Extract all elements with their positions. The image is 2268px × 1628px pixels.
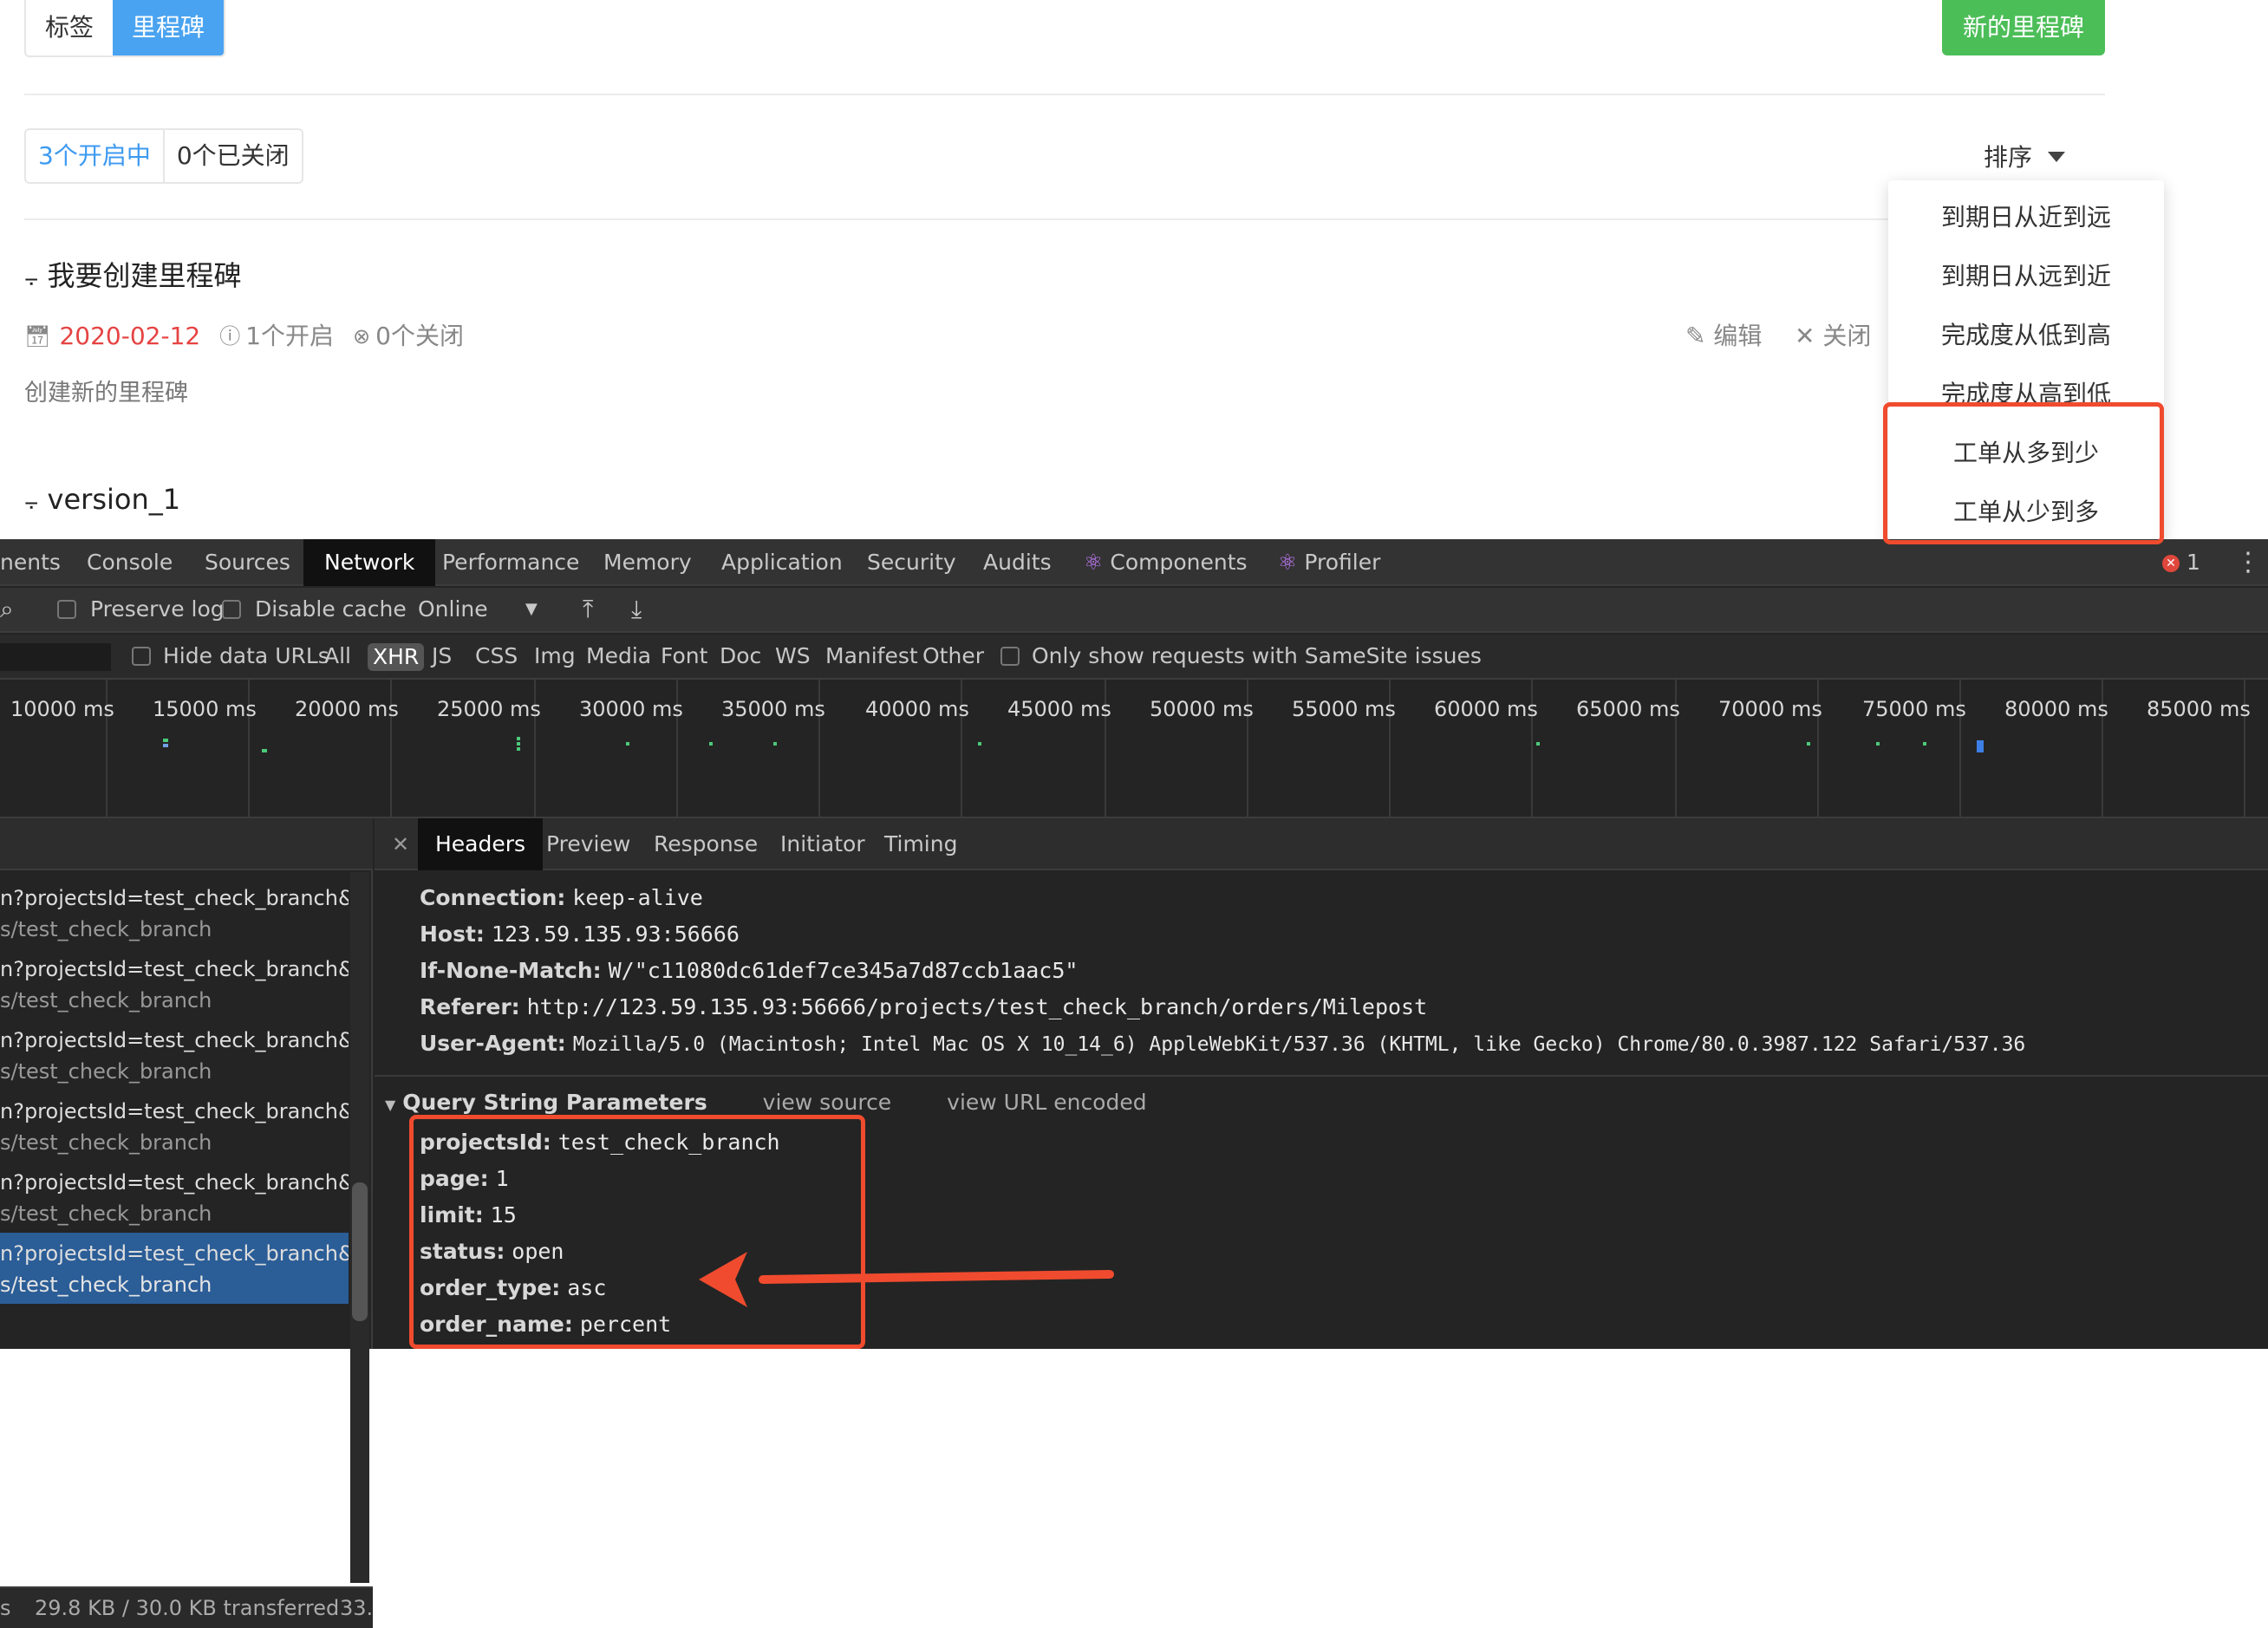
network-summary: s 29.8 KB / 30.0 KB transferred 33. [0, 1586, 373, 1628]
annotation-arrow-icon [699, 1252, 1114, 1307]
